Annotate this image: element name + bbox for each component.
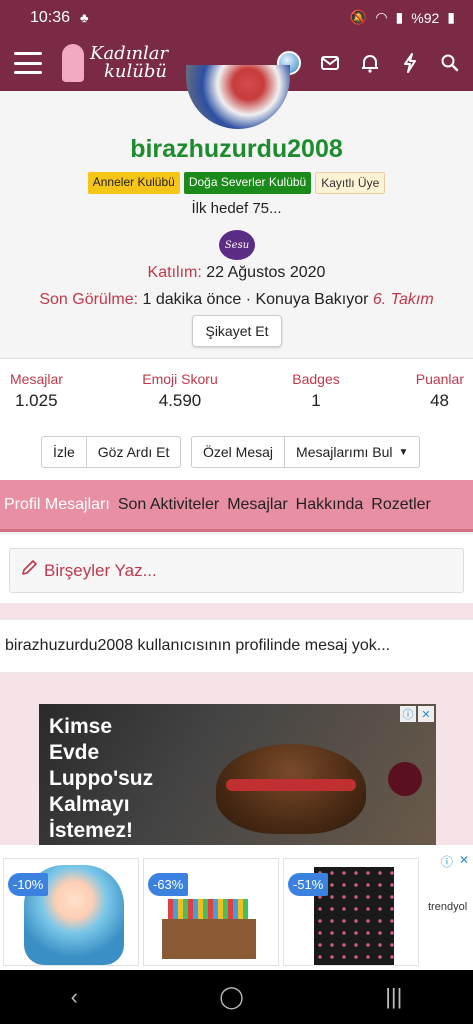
section-divider xyxy=(0,603,473,619)
product-ad-banner: -10% -63% -51% ⓘ ✕ trendyol xyxy=(0,845,473,970)
ad-product-3[interactable]: -51% xyxy=(283,858,419,966)
tab-about[interactable]: Hakkında xyxy=(292,496,368,514)
badge-doga-severler: Doğa Severler Kulübü xyxy=(183,172,312,194)
cookie-filling xyxy=(226,779,356,791)
profile-card: birazhuzurdu2008 Anneler Kulübü Doğa Sev… xyxy=(0,65,473,357)
stat-label: Badges xyxy=(292,371,340,387)
ad-info-icon[interactable]: ⓘ xyxy=(441,853,453,870)
pencil-icon xyxy=(20,559,38,582)
composer-placeholder: Birşeyler Yaz... xyxy=(44,560,157,580)
battery-percent: %92 xyxy=(411,9,440,26)
brand-logo: Sesu xyxy=(219,230,255,260)
envelope-icon[interactable] xyxy=(319,52,341,74)
wooden-box-image xyxy=(162,919,256,959)
stat-value: 1.025 xyxy=(15,391,58,410)
ad-product-1[interactable]: -10% xyxy=(3,858,139,966)
profile-username: birazhuzurdu2008 xyxy=(130,135,343,163)
luppo-ad-banner[interactable]: Kimse Evde Luppo'suz Kalmayı İstemez! ⓘ … xyxy=(39,704,436,845)
stat-value: 1 xyxy=(311,391,321,410)
trendyol-logo: trendyol xyxy=(428,901,468,913)
tab-messages[interactable]: Mesajlar xyxy=(223,496,291,514)
profile-status-message: İlk hedef 75... xyxy=(191,200,282,217)
notification-icon: ♣ xyxy=(80,10,89,25)
bell-icon[interactable] xyxy=(359,52,381,74)
stat-label: Emoji Skoru xyxy=(142,371,218,387)
last-seen-value: 1 dakika önce · Konuya Bakıyor xyxy=(142,291,369,308)
empty-profile-message: birazhuzurdu2008 kullanıcısının profilin… xyxy=(0,619,473,673)
site-logo[interactable]: Kadınlar kulübü xyxy=(62,44,168,82)
find-messages-label: Mesajlarımı Bul xyxy=(296,444,393,460)
follow-button[interactable]: İzle xyxy=(42,437,87,467)
logo-figure-icon xyxy=(62,44,84,82)
stat-value: 48 xyxy=(430,391,449,410)
joined-label: Katılım: xyxy=(147,264,202,281)
ad-headline: Kimse Evde Luppo'suz Kalmayı İstemez! xyxy=(49,715,154,842)
home-icon[interactable]: ◯ xyxy=(219,984,244,1010)
ad-product-2[interactable]: -63% xyxy=(143,858,279,966)
last-seen-label: Son Görülme: xyxy=(39,291,139,308)
tab-profile-messages[interactable]: Profil Mesajları xyxy=(0,496,114,514)
mute-icon: 🔕 xyxy=(349,9,368,25)
badge-anneler-kulubu: Anneler Kulübü xyxy=(87,172,180,194)
user-badges: Anneler Kulübü Doğa Severler Kulübü Kayı… xyxy=(0,172,473,194)
discount-badge: -63% xyxy=(148,873,189,896)
discount-badge: -10% xyxy=(8,873,49,896)
search-icon[interactable] xyxy=(439,52,461,74)
status-icons: 🔕 ◠ ▮ %92 ▮ xyxy=(350,9,455,26)
tab-badges[interactable]: Rozetler xyxy=(367,496,435,514)
private-message-button[interactable]: Özel Mesaj xyxy=(192,437,286,467)
composer-area: Birşeyler Yaz... xyxy=(0,535,473,603)
stat-emoji-score[interactable]: Emoji Skoru 4.590 xyxy=(138,371,222,411)
stat-points[interactable]: Puanlar 48 xyxy=(416,371,464,411)
tab-recent-activity[interactable]: Son Aktiviteler xyxy=(114,496,223,514)
stat-value: 4.590 xyxy=(158,391,202,410)
battery-icon: ▮ xyxy=(447,9,455,25)
profile-avatar[interactable] xyxy=(186,65,290,129)
lightning-icon[interactable] xyxy=(399,52,421,74)
joined-value: 22 Ağustos 2020 xyxy=(206,264,326,281)
ad-info-icon[interactable]: ⓘ xyxy=(400,706,416,722)
profile-actions: İzle Göz Ardı Et Özel Mesaj Mesajlarımı … xyxy=(0,422,473,480)
last-seen-line: Son Görülme: 1 dakika önce · Konuya Bakı… xyxy=(0,291,473,309)
caret-down-icon: ▼ xyxy=(398,446,409,458)
stat-label: Mesajlar xyxy=(10,371,63,387)
stat-messages[interactable]: Mesajlar 1.025 xyxy=(10,371,63,411)
ad-close-icon[interactable]: ✕ xyxy=(459,853,469,870)
follow-button-group: İzle Göz Ardı Et xyxy=(41,436,182,468)
pencils-image xyxy=(168,899,248,921)
profile-tabs: Profil Mesajları Son Aktiviteler Mesajla… xyxy=(0,480,473,532)
discount-badge: -51% xyxy=(288,873,329,896)
logo-text-line2: kulübü xyxy=(104,61,167,82)
wifi-icon: ◠ xyxy=(375,9,388,25)
recents-icon[interactable]: ||| xyxy=(385,984,402,1010)
profile-stats: Mesajlar 1.025 Emoji Skoru 4.590 Badges … xyxy=(0,358,473,422)
system-nav-bar: ‹ ◯ ||| xyxy=(0,970,473,1024)
ignore-button[interactable]: Göz Ardı Et xyxy=(87,437,181,467)
report-button[interactable]: Şikayet Et xyxy=(192,315,282,347)
badge-kayitli-uye: Kayıtlı Üye xyxy=(315,172,386,194)
last-seen-topic-link[interactable]: 6. Takım xyxy=(373,291,434,308)
message-button-group: Özel Mesaj Mesajlarımı Bul ▼ xyxy=(191,436,421,468)
profile-post-input[interactable]: Birşeyler Yaz... xyxy=(9,548,464,593)
cherry-image xyxy=(388,762,422,796)
back-icon[interactable]: ‹ xyxy=(71,984,78,1010)
stat-badges[interactable]: Badges 1 xyxy=(286,371,346,411)
status-bar: 10:36 ♣ 🔕 ◠ ▮ %92 ▮ xyxy=(0,0,473,35)
stat-label: Puanlar xyxy=(415,371,464,387)
joined-line: Katılım: 22 Ağustos 2020 xyxy=(0,264,473,282)
menu-icon[interactable] xyxy=(14,52,42,74)
ad-area: Kimse Evde Luppo'suz Kalmayı İstemez! ⓘ … xyxy=(0,673,473,845)
ad-close-icon[interactable]: ✕ xyxy=(418,706,434,722)
find-messages-button[interactable]: Mesajlarımı Bul ▼ xyxy=(285,437,419,467)
status-time: 10:36 xyxy=(30,8,71,26)
signal-icon: ▮ xyxy=(395,9,404,25)
